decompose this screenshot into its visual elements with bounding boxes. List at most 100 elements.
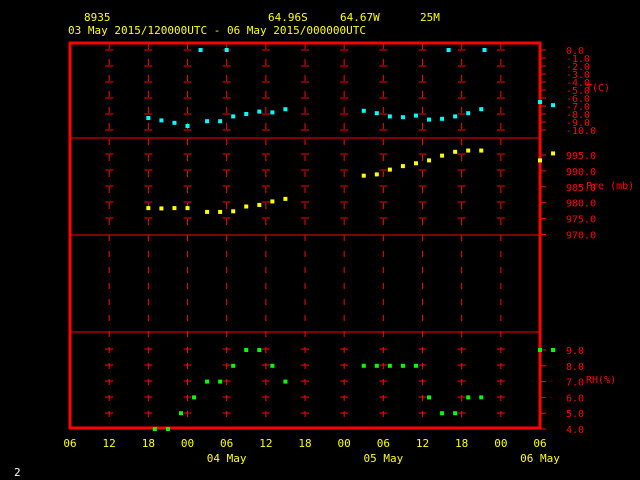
data-point [374,363,379,368]
data-point [146,206,151,211]
data-point [257,202,262,207]
data-point [283,196,288,201]
data-point [231,114,236,119]
data-point [400,115,405,120]
data-point [152,427,157,431]
data-point [270,110,275,115]
data-point [466,395,471,400]
y-tick-label: 5.0 [566,409,584,420]
data-point [165,427,170,431]
data-point [244,204,249,209]
data-point [387,167,392,172]
data-point [538,158,542,163]
data-point [218,209,223,214]
data-point [453,411,458,416]
data-point [205,119,210,124]
data-point [159,206,164,211]
data-point [551,151,556,156]
data-point [172,120,177,125]
data-point [413,113,418,118]
data-point [218,119,223,124]
data-point [361,173,366,178]
y-tick-label: 8.0 [566,362,584,373]
x-tick-label: 00 [494,437,507,450]
y-tick-label: 4.0 [566,425,584,436]
panel-label: RH(%) [586,375,616,386]
data-point [178,411,183,416]
data-point [192,395,197,400]
x-tick-label: 06 [220,437,233,450]
data-point [479,148,484,153]
date-label: 06 May [520,452,560,465]
data-point [374,172,379,177]
data-point [479,395,484,400]
x-tick-label: 18 [142,437,155,450]
data-point [218,379,223,384]
y-tick-label: 9.0 [566,346,584,357]
data-point [231,363,236,368]
x-tick-label: 12 [259,437,272,450]
data-point [400,164,405,169]
data-point [374,111,379,116]
date-label: 04 May [207,452,247,465]
data-point [224,48,229,52]
data-point [551,348,556,352]
data-point [244,348,249,352]
x-tick-label: 00 [338,437,351,450]
data-point [185,124,190,128]
y-tick-label: 975.0 [566,215,596,226]
data-point [172,206,177,211]
data-point [387,114,392,119]
data-point [231,209,236,214]
data-point [205,379,210,384]
data-point [283,107,288,112]
panel-label: Pre (mb) [586,181,634,192]
data-point [479,107,484,112]
x-tick-label: 12 [416,437,429,450]
x-tick-label: 18 [298,437,311,450]
data-point [446,48,451,52]
x-tick-label: 06 [377,437,390,450]
data-point [427,395,432,400]
data-point [440,153,445,158]
data-point [146,116,151,120]
y-tick-label: -10.0 [566,126,596,137]
data-point [257,109,262,114]
data-point [427,117,432,122]
date-label: 05 May [363,452,403,465]
y-tick-label: 6.0 [566,393,584,404]
data-point [538,100,542,104]
data-point [400,363,405,368]
y-tick-label: 990.0 [566,167,596,178]
data-point [453,114,458,119]
data-point [482,48,487,52]
data-point [361,108,366,113]
data-point [413,161,418,166]
data-point [159,118,164,123]
data-point [283,379,288,384]
data-point [427,158,432,163]
y-tick-label: 995.0 [566,151,596,162]
data-point [440,411,445,416]
data-point [440,116,445,121]
meteogram-chart: 0.0-1.0-2.0-3.0-4.0-5.0-6.0-7.0-8.0-9.0-… [63,41,634,465]
y-tick-label: 970.0 [566,231,596,242]
data-point [453,149,458,154]
data-point [551,103,556,108]
data-point [466,148,471,153]
data-point [538,348,542,352]
data-point [185,206,190,211]
data-point [413,363,418,368]
data-point [257,348,262,352]
data-point [205,209,210,214]
data-point [270,199,275,204]
y-tick-label: 980.0 [566,199,596,210]
x-tick-label: 00 [181,437,194,450]
data-point [198,48,203,52]
x-tick-label: 06 [533,437,546,450]
panel-label: T(C) [586,83,610,94]
x-tick-label: 12 [103,437,116,450]
data-point [270,363,275,368]
x-tick-label: 06 [63,437,76,450]
y-tick-label: 7.0 [566,378,584,389]
